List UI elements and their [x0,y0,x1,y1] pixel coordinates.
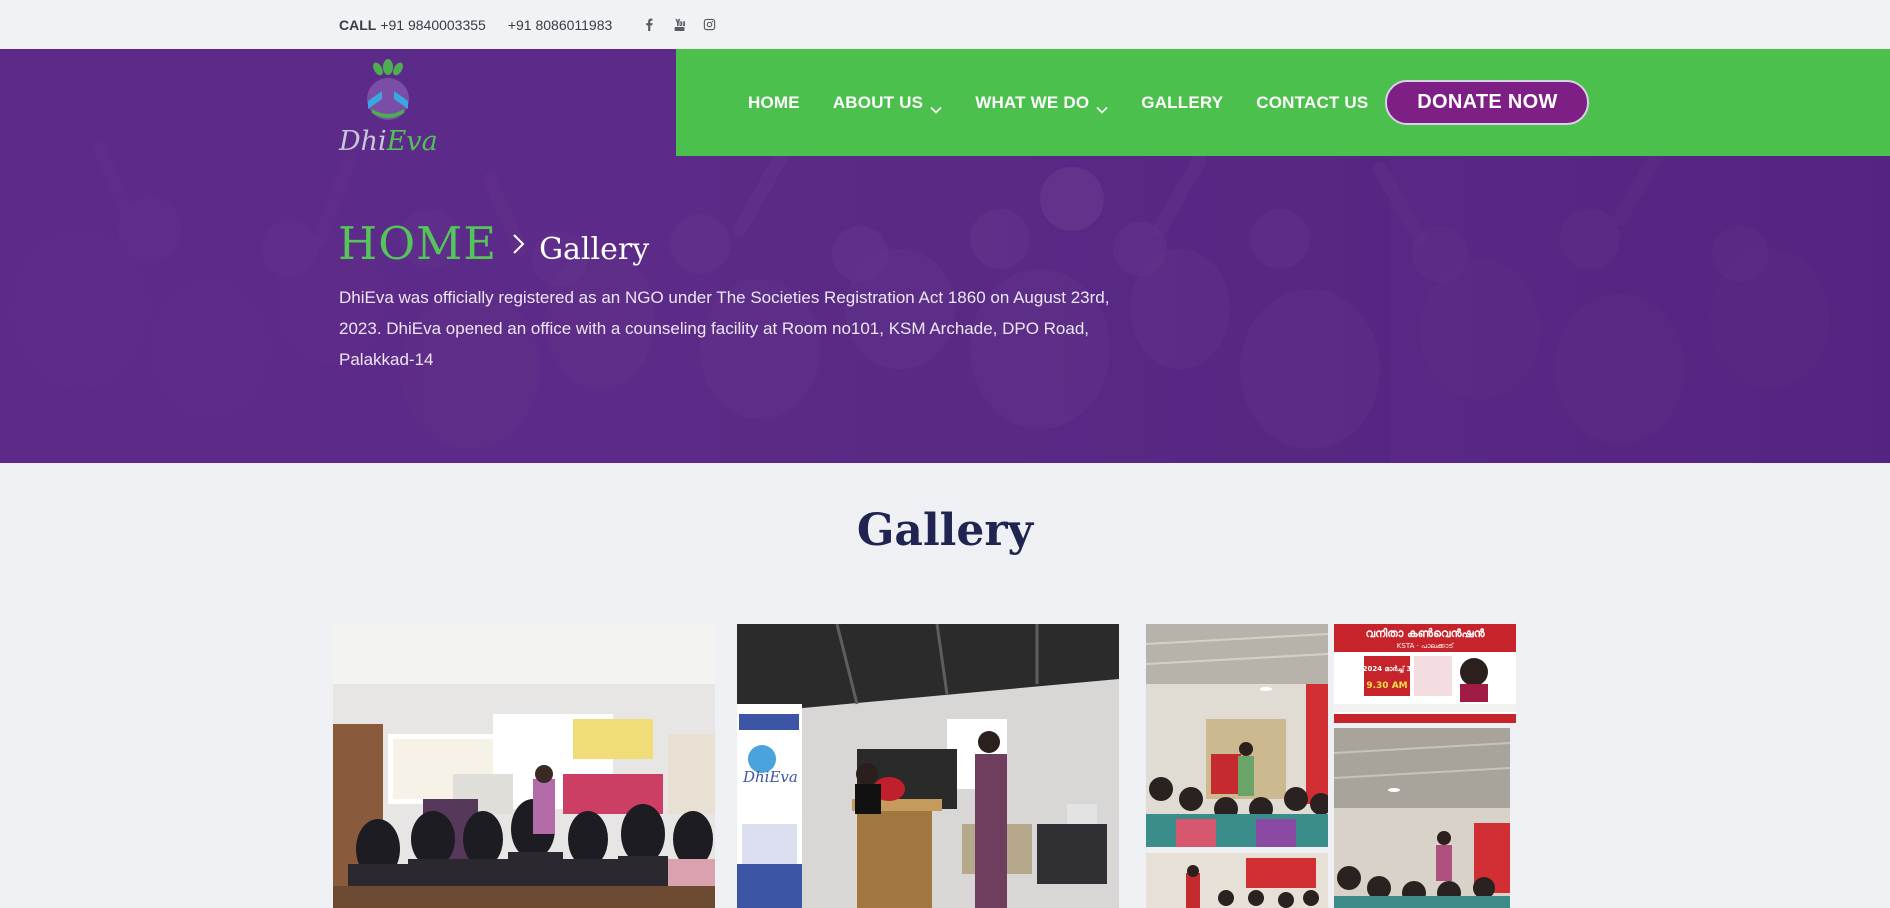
poster-date-text: 2024 മാർച്ച് 3 [1363,665,1412,673]
gallery-photo-image [1334,728,1510,908]
nav-about-us-label: ABOUT US [832,92,924,112]
hero-banner: DhiEva HOME ABOUT US WHAT WE DO GALLERY … [0,49,1890,463]
social-links [642,18,716,32]
nav-gallery-label: GALLERY [1141,92,1224,112]
poster-title-text: വനിതാ കൺവെൻഷൻ [1365,627,1485,640]
gallery-photo-image [333,624,715,908]
banner-dhieva-text: DhiEva [742,768,798,786]
gallery-photo-hall-meeting[interactable] [1146,624,1328,847]
nav-home[interactable]: HOME [748,93,800,113]
logo-text-dhi: Dhi [339,126,387,157]
gallery-photo-stage[interactable] [1146,853,1328,908]
gallery-photo-image [1146,624,1328,847]
chevron-down-icon [930,99,942,114]
nav-about-us[interactable]: ABOUT US [832,92,942,114]
logo-wordmark[interactable]: DhiEva [339,126,438,157]
breadcrumb-current-page: Gallery [539,232,650,267]
chevron-down-icon [1096,99,1108,114]
gallery-photo-hall-audience[interactable] [1334,728,1510,908]
nav-what-we-do-label: WHAT WE DO [975,92,1090,112]
phone-number-1[interactable]: +91 9840003355 [380,17,486,33]
nav-what-we-do[interactable]: WHAT WE DO [975,92,1108,114]
nav-contact-us[interactable]: CONTACT US [1256,93,1368,113]
nav-home-label: HOME [748,92,800,112]
hero-description: DhiEva was officially registered as an N… [339,288,1110,369]
gallery-section-title: Gallery [856,505,1034,556]
logo-text-eva: Eva [386,126,438,157]
breadcrumb-home-link[interactable]: HOME [338,217,497,270]
poster-subtitle-text: KSTA · പാലക്കാട് [1397,642,1455,650]
phone-number-2[interactable]: +91 8086011983 [508,17,612,33]
call-label: CALL [339,16,377,33]
youtube-icon[interactable] [672,18,686,32]
nav-contact-us-label: CONTACT US [1256,92,1369,112]
poster-time-text: 9.30 AM [1366,681,1407,691]
gallery-photo-image: വനിതാ കൺവെൻഷൻ KSTA · പാലക്കാട് 2024 മാർച… [1334,624,1516,723]
breadcrumb: HOME Gallery [338,217,649,270]
chevron-right-icon [511,233,525,255]
gallery-photo-speaker[interactable]: DhiEva [737,624,1119,908]
gallery-photo-image: DhiEva [737,624,1119,908]
gallery-photo-event-poster[interactable]: വനിതാ കൺവെൻഷൻ KSTA · പാലക്കാട് 2024 മാർച… [1334,624,1516,723]
nav-gallery[interactable]: GALLERY [1141,93,1223,113]
top-contact-bar: CALL +91 9840003355 +91 8086011983 [0,0,1890,49]
donate-now-button[interactable]: DONATE NOW [1385,80,1590,125]
instagram-icon[interactable] [702,18,716,32]
main-navigation: HOME ABOUT US WHAT WE DO GALLERY CONTACT… [676,49,1890,156]
gallery-photo-classroom[interactable] [333,624,715,908]
facebook-icon[interactable] [642,18,656,32]
gallery-photo-image [1146,853,1328,908]
